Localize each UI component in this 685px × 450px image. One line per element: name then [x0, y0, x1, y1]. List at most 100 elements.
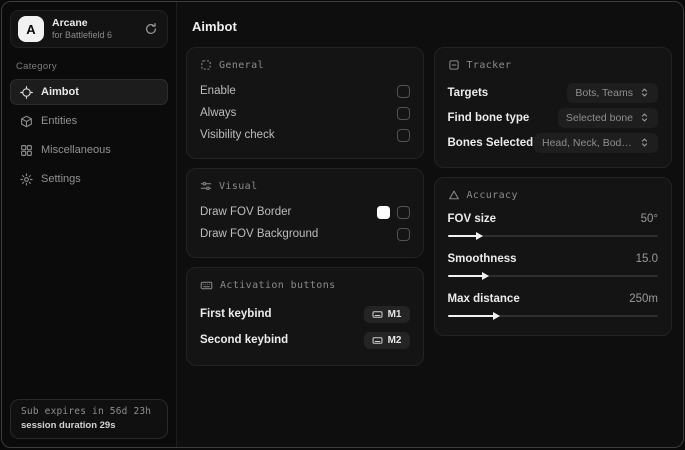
sliders-icon — [200, 180, 212, 192]
sidebar-item-miscellaneous[interactable]: Miscellaneous — [10, 137, 168, 163]
slider-label: FOV size — [447, 213, 497, 225]
setting-label: Enable — [200, 85, 236, 97]
app-name: Arcane — [52, 16, 88, 29]
gear-icon — [20, 172, 33, 186]
refresh-icon[interactable] — [142, 20, 160, 38]
page-title: Aimbot — [192, 19, 237, 34]
activation-buttons-card: Activation buttons First keybind M1 Seco… — [186, 267, 424, 366]
column-right: Tracker Targets Bots, Teams Find bone ty… — [433, 47, 672, 366]
draw-fov-background-checkbox[interactable] — [396, 227, 410, 241]
accuracy-row-smoothness: Smoothness 15.0 — [447, 250, 659, 281]
card-title-label: General — [219, 59, 264, 71]
column-left: General Enable Always Visibility check V… — [186, 47, 424, 366]
select-value: Selected bone — [565, 111, 633, 124]
accuracy-row-top: FOV size 50° — [448, 210, 659, 228]
setting-label: Draw FOV Border — [200, 206, 292, 218]
setting-label: Draw FOV Background — [200, 228, 319, 240]
setting-row-always: Always — [200, 102, 410, 124]
accuracy-row-top: Max distance 250m — [448, 290, 659, 308]
accuracy-card-title: Accuracy — [448, 189, 659, 201]
setting-row-visibility-check: Visibility check — [200, 124, 410, 146]
crosshair-icon — [20, 85, 33, 99]
tracker-label: Find bone type — [447, 111, 530, 124]
slider-label: Max distance — [447, 293, 520, 305]
first-keybind-button[interactable]: M1 — [363, 305, 410, 323]
tracker-row-targets: Targets Bots, Teams — [447, 80, 658, 105]
fov-size-slider[interactable] — [447, 231, 658, 241]
sidebar-item-label: Entities — [41, 115, 78, 127]
sub-expiry-text: Sub expires in 56d 23h — [21, 406, 152, 417]
visual-card-title: Visual — [200, 180, 410, 192]
unfold-icon — [639, 87, 650, 98]
unfold-icon — [639, 112, 650, 123]
slider-value: 15.0 — [635, 253, 658, 265]
setting-label: Visibility check — [200, 129, 275, 141]
sidebar-item-settings[interactable]: Settings — [10, 166, 168, 192]
control-group — [376, 205, 410, 219]
tracker-label: Bones Selected — [447, 136, 534, 149]
sidebar-nav: Aimbot Entities Miscellaneous Settings — [10, 79, 168, 192]
app-header-card: A Arcane for Battlefield 6 — [10, 10, 168, 48]
max-distance-slider[interactable] — [447, 311, 658, 321]
sidebar-item-label: Settings — [41, 173, 81, 185]
app-logo: A — [18, 16, 44, 42]
card-title-label: Accuracy — [466, 189, 518, 201]
tracker-label: Targets — [447, 86, 489, 99]
slider-value: 50° — [640, 213, 658, 225]
smoothness-slider[interactable] — [447, 271, 658, 281]
setting-row-draw-fov-border: Draw FOV Border — [200, 201, 410, 223]
slider-label: Smoothness — [447, 253, 517, 265]
keybind-value: M2 — [387, 334, 402, 346]
slider-fill — [447, 272, 490, 280]
card-title-label: Tracker — [466, 59, 512, 71]
accuracy-row-max-distance: Max distance 250m — [447, 290, 659, 321]
card-title-label: Activation buttons — [220, 280, 336, 291]
main-panel: Aimbot General Enable Always Visibility … — [177, 2, 683, 447]
tracker-card: Tracker Targets Bots, Teams Find bone ty… — [433, 47, 672, 168]
sidebar: A Arcane for Battlefield 6 Category Aimb… — [2, 2, 177, 447]
draw-fov-border-checkbox[interactable] — [396, 205, 410, 219]
visibility-check-checkbox[interactable] — [396, 128, 410, 142]
visual-card: Visual Draw FOV Border Draw FOV Backgrou… — [186, 168, 424, 258]
grid-icon — [20, 144, 33, 157]
color-swatch[interactable] — [376, 205, 390, 219]
app-window: A Arcane for Battlefield 6 Category Aimb… — [1, 1, 684, 448]
targets-select[interactable]: Bots, Teams — [567, 82, 658, 103]
sidebar-item-entities[interactable]: Entities — [10, 108, 168, 134]
session-duration-text: session duration 29s — [21, 420, 116, 431]
keybind-row-second: Second keybind M2 — [200, 327, 410, 353]
keybind-label: First keybind — [200, 308, 272, 320]
app-meta: Arcane for Battlefield 6 — [52, 17, 134, 41]
subscription-card: Sub expires in 56d 23h session duration … — [10, 399, 168, 439]
minus-square-icon — [448, 59, 460, 71]
sidebar-item-label: Miscellaneous — [41, 144, 111, 156]
slider-fill — [447, 232, 484, 240]
unfold-icon — [639, 137, 650, 148]
setting-row-enable: Enable — [200, 80, 410, 102]
category-label: Category — [16, 61, 57, 72]
enable-checkbox[interactable] — [396, 84, 410, 98]
select-value: Head, Neck, Body, Pe.. — [542, 136, 633, 149]
keyboard-icon — [200, 279, 213, 292]
select-value: Bots, Teams — [575, 86, 633, 99]
sidebar-item-aimbot[interactable]: Aimbot — [10, 79, 168, 105]
second-keybind-button[interactable]: M2 — [363, 331, 410, 349]
activation-card-title: Activation buttons — [200, 279, 410, 292]
keyboard-icon — [372, 309, 383, 320]
setting-row-draw-fov-background: Draw FOV Background — [200, 223, 410, 245]
keybind-value: M1 — [387, 308, 402, 320]
find-bone-type-select[interactable]: Selected bone — [557, 107, 658, 128]
keybind-label: Second keybind — [200, 334, 289, 346]
accuracy-row-fov-size: FOV size 50° — [447, 210, 659, 241]
dashed-square-icon — [200, 59, 212, 71]
tracker-card-title: Tracker — [448, 59, 659, 71]
columns: General Enable Always Visibility check V… — [186, 47, 672, 366]
general-card-title: General — [200, 59, 410, 71]
cube-icon — [20, 115, 33, 128]
accuracy-card: Accuracy FOV size 50° Smoothness 15.0 Ma… — [433, 177, 672, 336]
bones-selected-select[interactable]: Head, Neck, Body, Pe.. — [534, 132, 658, 153]
app-subtitle: for Battlefield 6 — [52, 29, 113, 40]
setting-label: Always — [200, 107, 237, 119]
always-checkbox[interactable] — [396, 106, 410, 120]
accuracy-row-top: Smoothness 15.0 — [448, 250, 659, 268]
